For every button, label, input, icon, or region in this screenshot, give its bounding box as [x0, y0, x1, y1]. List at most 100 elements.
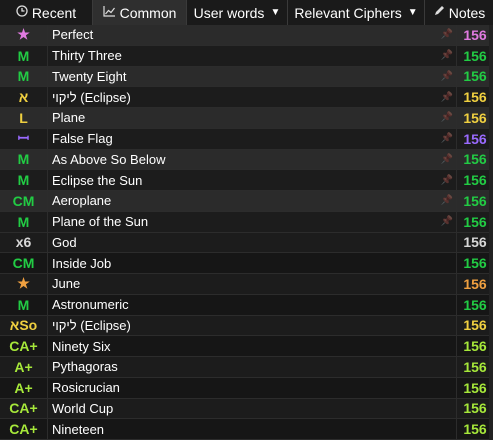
value-cell: 156 — [456, 253, 493, 273]
cipher-badge: א — [0, 87, 48, 107]
pin-icon[interactable]: 📌 — [438, 212, 456, 232]
word-text[interactable]: Pythagoras — [48, 357, 438, 377]
word-text[interactable]: Plane of the Sun — [48, 212, 438, 232]
value-cell: 156 — [456, 336, 493, 356]
pin-icon — [438, 295, 456, 315]
list-item[interactable]: M As Above So Below 📌 156 — [0, 149, 493, 171]
cipher-badge: M — [0, 170, 48, 190]
value-cell: 156 — [456, 170, 493, 190]
list-item[interactable]: CM Aeroplane 📌 156 — [0, 191, 493, 212]
value-cell: 156 — [456, 149, 493, 170]
scrollbar[interactable] — [489, 25, 493, 440]
word-text[interactable]: Aeroplane — [48, 191, 438, 211]
cipher-badge: M — [0, 66, 48, 87]
pin-icon[interactable]: 📌 — [438, 150, 456, 170]
cipher-badge: ★ — [0, 274, 48, 294]
cipher-badge: M — [0, 294, 48, 315]
list-item[interactable]: אSo ליקוי (Eclipse) 156 — [0, 315, 493, 337]
tab-recent-label: Recent — [31, 4, 77, 21]
cipher-badge: ꟷ — [0, 128, 48, 149]
results-list: ★ Perfect 📌 156 M Thirty Three 📌 156 M Twenty Eig… — [0, 25, 493, 440]
word-text[interactable]: Perfect — [48, 25, 438, 45]
value-cell: 156 — [456, 274, 493, 294]
value-cell: 156 — [456, 45, 493, 66]
cipher-badge: L — [0, 108, 48, 128]
cipher-badge: CA+ — [0, 398, 48, 419]
pin-icon — [438, 399, 456, 419]
word-text[interactable]: Rosicrucian — [48, 378, 438, 398]
list-item[interactable]: CM Inside Job 156 — [0, 253, 493, 274]
cipher-badge: CA+ — [0, 419, 48, 439]
word-text[interactable]: Ninety Six — [48, 336, 438, 356]
pin-icon — [438, 357, 456, 377]
pin-icon — [438, 336, 456, 356]
word-text[interactable]: Inside Job — [48, 253, 438, 273]
word-text[interactable]: ליקוי (Eclipse) — [48, 87, 438, 107]
list-item[interactable]: CA+ Nineteen 156 — [0, 419, 493, 440]
pin-icon — [438, 316, 456, 336]
pin-icon — [438, 274, 456, 294]
notes-label: Notes — [448, 4, 486, 21]
word-text[interactable]: Twenty Eight — [48, 67, 438, 87]
list-item[interactable]: CA+ Ninety Six 156 — [0, 336, 493, 357]
value-cell: 156 — [456, 191, 493, 211]
word-text[interactable]: Eclipse the Sun — [48, 170, 438, 190]
list-item[interactable]: M Eclipse the Sun 📌 156 — [0, 170, 493, 191]
pin-icon[interactable]: 📌 — [438, 46, 456, 66]
list-item[interactable]: A+ Pythagoras 156 — [0, 357, 493, 378]
pin-icon[interactable]: 📌 — [438, 67, 456, 87]
tab-common-label: Common — [119, 4, 177, 21]
word-text[interactable]: Nineteen — [48, 419, 438, 439]
userwords-dropdown[interactable]: User words ▼ — [187, 0, 288, 25]
pin-icon[interactable]: 📌 — [438, 191, 456, 211]
userwords-label: User words — [193, 4, 265, 21]
list-item[interactable]: A+ Rosicrucian 156 — [0, 377, 493, 399]
word-text[interactable]: God — [48, 233, 438, 253]
pin-icon[interactable]: 📌 — [438, 108, 456, 128]
pin-icon[interactable]: 📌 — [438, 87, 456, 107]
list-item[interactable]: x6 God 156 — [0, 232, 493, 254]
value-cell: 156 — [456, 377, 493, 398]
notes-button[interactable]: Notes — [425, 0, 493, 25]
word-text[interactable]: World Cup — [48, 399, 438, 419]
list-item[interactable]: L Plane 📌 156 — [0, 108, 493, 129]
list-item[interactable]: M Twenty Eight 📌 156 — [0, 66, 493, 88]
list-item[interactable]: CA+ World Cup 156 — [0, 398, 493, 420]
cipher-badge: A+ — [0, 377, 48, 398]
cipher-badge: A+ — [0, 357, 48, 377]
cipher-badge: M — [0, 149, 48, 170]
list-item[interactable]: M Thirty Three 📌 156 — [0, 45, 493, 67]
tab-common[interactable]: Common — [93, 0, 187, 25]
word-text[interactable]: Plane — [48, 108, 438, 128]
list-item[interactable]: ★ June 156 — [0, 274, 493, 295]
word-text[interactable]: As Above So Below — [48, 150, 438, 170]
ciphers-dropdown[interactable]: Relevant Ciphers ▼ — [288, 0, 425, 25]
pin-icon[interactable]: 📌 — [438, 170, 456, 190]
value-cell: 156 — [456, 232, 493, 253]
pin-icon[interactable]: 📌 — [438, 25, 456, 45]
list-item[interactable]: M Astronumeric 156 — [0, 294, 493, 316]
word-text[interactable]: Thirty Three — [48, 46, 438, 66]
word-text[interactable]: Astronumeric — [48, 295, 438, 315]
list-item[interactable]: א ליקוי (Eclipse) 📌 156 — [0, 87, 493, 108]
cipher-badge: אSo — [0, 315, 48, 336]
list-item[interactable]: M Plane of the Sun 📌 156 — [0, 211, 493, 233]
cipher-badge: M — [0, 211, 48, 232]
clock-icon — [16, 5, 28, 20]
value-cell: 156 — [456, 315, 493, 336]
value-cell: 156 — [456, 25, 493, 45]
value-cell: 156 — [456, 294, 493, 315]
tab-recent[interactable]: Recent — [0, 0, 93, 25]
word-text[interactable]: False Flag — [48, 129, 438, 149]
ciphers-label: Relevant Ciphers — [294, 4, 402, 21]
list-item[interactable]: ★ Perfect 📌 156 — [0, 25, 493, 46]
word-text[interactable]: June — [48, 274, 438, 294]
word-text[interactable]: ליקוי (Eclipse) — [48, 316, 438, 336]
pin-icon — [438, 378, 456, 398]
value-cell: 156 — [456, 419, 493, 439]
chevron-down-icon: ▼ — [270, 7, 281, 18]
pin-icon — [438, 253, 456, 273]
list-item[interactable]: ꟷ False Flag 📌 156 — [0, 128, 493, 150]
value-cell: 156 — [456, 108, 493, 128]
pin-icon[interactable]: 📌 — [438, 129, 456, 149]
